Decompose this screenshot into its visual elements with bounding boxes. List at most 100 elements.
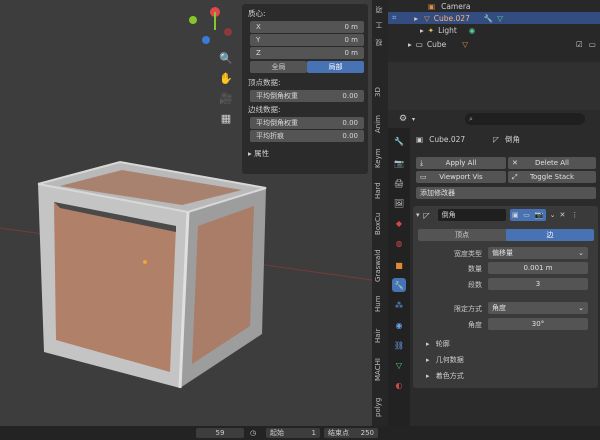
affect-toggle: 顶点 边 <box>418 229 594 241</box>
origin-y-field[interactable]: Y 0 m <box>250 34 364 46</box>
render-icon[interactable]: 📷 <box>535 211 544 219</box>
vertex-tab[interactable]: 顶点 <box>418 229 506 241</box>
local-button[interactable]: 局部 <box>307 61 364 73</box>
attributes-label: 属性 <box>254 149 270 158</box>
collapse-icon[interactable]: ▾ <box>416 211 420 219</box>
amount-value: 0.001 m <box>523 264 553 272</box>
tab-boxcu[interactable]: BoxCu <box>374 210 386 238</box>
toggle-stack-label: Toggle Stack <box>529 173 575 181</box>
modifier-name-input[interactable]: 倒角 <box>437 209 506 221</box>
toggle-stack-button[interactable]: ⤢ Toggle Stack <box>508 171 596 183</box>
width-type-dropdown[interactable]: 偏移量 ⌄ <box>488 247 588 259</box>
geometry-subpanel-header[interactable]: ▸ 几何数据 <box>426 355 464 365</box>
world-tab-icon[interactable]: ◍ <box>392 236 406 250</box>
edge-tab[interactable]: 边 <box>506 229 594 241</box>
constraints-tab-icon[interactable]: ⛓ <box>392 338 406 352</box>
segments-value: 3 <box>535 280 541 288</box>
hand-pan-icon[interactable]: ✋ <box>218 70 234 86</box>
add-modifier-label: 添加修改器 <box>420 189 455 197</box>
data-tab-icon[interactable]: ▽ <box>392 358 406 372</box>
arrow-down-icon: ⤓ <box>420 158 424 167</box>
tool-tab-icon[interactable]: 🔧 <box>392 134 406 148</box>
outliner-label: Cube <box>426 39 447 49</box>
editor-type-icon[interactable]: ⚙ <box>396 114 410 124</box>
tab-item[interactable]: 项 <box>374 4 386 16</box>
outliner-label: Cube.027 <box>433 13 470 23</box>
end-label: 结束点 <box>328 429 349 437</box>
mesh-data-icon: ▽ <box>497 13 503 23</box>
tab-3d[interactable]: 3D <box>374 84 386 100</box>
camera-icon: ▣ <box>428 1 436 11</box>
bevel-modifier-header[interactable]: ▾ ◸ 倒角 ▣ ▭ 📷 ⌄ ✕ ⋮ <box>416 209 578 221</box>
current-frame-field[interactable]: 59 <box>196 428 244 438</box>
tab-hum[interactable]: Hum <box>374 294 386 314</box>
origin-x-field[interactable]: X 0 m <box>250 21 364 33</box>
outliner-row-cube027[interactable]: ⌗ ▸ ▽ Cube.027 🔧 ▽ <box>388 12 600 24</box>
add-modifier-dropdown[interactable]: 添加修改器 <box>416 187 596 199</box>
edge-crease-field[interactable]: 平均折痕 0.00 <box>250 130 364 142</box>
cube-object[interactable] <box>37 160 267 389</box>
tab-hard[interactable]: Hard <box>374 180 386 202</box>
viewport-icon[interactable]: ▭ <box>523 211 530 219</box>
scene-tab-icon[interactable]: ◆ <box>392 216 406 230</box>
monitor-icon: ▭ <box>420 173 427 181</box>
delete-all-label: Delete All <box>535 159 569 167</box>
viewport-vis-button[interactable]: ▭ Viewport Vis <box>416 171 506 183</box>
outliner-row-light[interactable]: ▸ ✦ Light ◉ <box>388 24 600 36</box>
outliner-label: Camera <box>441 1 471 11</box>
monitor-icon[interactable]: ▭ <box>589 40 596 49</box>
global-button[interactable]: 全局 <box>250 61 307 73</box>
angle-field[interactable]: 30° <box>488 318 588 330</box>
tab-hair[interactable]: Hair <box>374 326 386 346</box>
particles-tab-icon[interactable]: ⁂ <box>392 298 406 312</box>
close-icon: ✕ <box>512 159 518 167</box>
delete-all-button[interactable]: ✕ Delete All <box>508 157 596 169</box>
output-tab-icon[interactable]: 🖨 <box>392 176 406 190</box>
tab-view[interactable]: 视 <box>374 36 386 50</box>
apply-all-button[interactable]: ⤓ Apply All <box>416 157 506 169</box>
attributes-header[interactable]: ▸ 属性 <box>246 148 364 160</box>
close-icon[interactable]: ✕ <box>560 211 566 219</box>
amount-field[interactable]: 0.001 m <box>488 262 588 274</box>
search-input[interactable]: ⌕ <box>465 113 586 125</box>
tab-tool[interactable]: 工 <box>374 20 386 32</box>
3d-viewport[interactable]: 🔍 ✋ 🎥 ▦ 质心: X 0 m Y 0 m Z 0 m 全局 局部 顶点数据: 平… <box>0 0 372 426</box>
render-tab-icon[interactable]: 📷 <box>392 156 406 170</box>
material-tab-icon[interactable]: ◐ <box>392 378 406 392</box>
drag-handle-icon[interactable]: ⋮ <box>571 211 578 219</box>
tab-graswald[interactable]: Graswald <box>374 246 386 286</box>
tab-anim[interactable]: Anim <box>374 112 386 136</box>
checkbox-icon[interactable]: ☑ <box>576 40 583 49</box>
clock-icon[interactable]: ◷ <box>250 428 256 438</box>
end-frame-field[interactable]: 结束点 250 <box>324 428 378 438</box>
edge-bevel-weight-label: 平均倒角权重 <box>256 119 298 127</box>
geometry-label: 几何数据 <box>435 356 464 364</box>
limit-method-dropdown[interactable]: 角度 ⌄ <box>488 302 588 314</box>
tab-machi[interactable]: MACHI <box>374 356 386 384</box>
outliner-row-camera[interactable]: ▣ Camera <box>388 0 600 12</box>
shading-subpanel-header[interactable]: ▸ 着色方式 <box>426 371 464 381</box>
start-frame-field[interactable]: 起始 1 <box>266 428 320 438</box>
expand-icon: ▸ <box>408 39 412 49</box>
segments-field[interactable]: 3 <box>488 278 588 290</box>
grid-ortho-icon[interactable]: ▦ <box>218 110 234 126</box>
context-breadcrumb: ▣ Cube.027 ◸ 倒角 <box>416 132 520 146</box>
tab-polyg[interactable]: polyg <box>374 394 386 420</box>
profile-subpanel-header[interactable]: ▸ 轮廓 <box>426 339 450 349</box>
chevron-down-icon[interactable]: ⌄ <box>550 211 556 219</box>
vertex-bevel-weight-field[interactable]: 平均倒角权重 0.00 <box>250 90 364 102</box>
modifier-visibility-toggles[interactable]: ▣ ▭ 📷 <box>509 209 546 221</box>
view-layer-tab-icon[interactable]: 🖼 <box>392 196 406 210</box>
bevel-icon: ◸ <box>423 210 430 220</box>
edit-mode-icon[interactable]: ▣ <box>512 211 519 219</box>
origin-z-field[interactable]: Z 0 m <box>250 47 364 59</box>
chevron-down-icon[interactable]: ▾ <box>412 116 415 123</box>
zoom-icon[interactable]: 🔍 <box>218 50 234 66</box>
outliner-row-cube[interactable]: ▸ ▭ Cube ▽ ☑ ▭ <box>388 38 600 50</box>
object-tab-icon[interactable]: ■ <box>392 258 406 272</box>
modifier-tab-icon[interactable]: 🔧 <box>392 278 406 292</box>
edge-bevel-weight-field[interactable]: 平均倒角权重 0.00 <box>250 117 364 129</box>
physics-tab-icon[interactable]: ◉ <box>392 318 406 332</box>
tab-keym[interactable]: Keym <box>374 146 386 170</box>
camera-view-icon[interactable]: 🎥 <box>218 90 234 106</box>
